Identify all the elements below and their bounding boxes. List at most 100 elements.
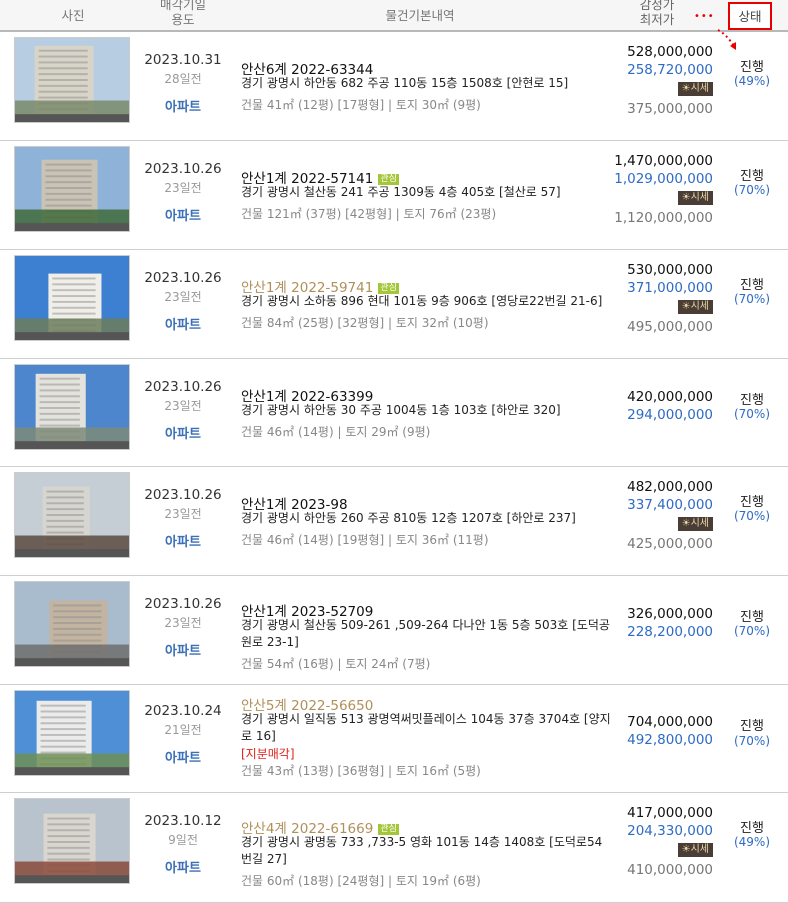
property-address: 경기 광명시 철산동 241 주공 1309동 4층 405호 [철산로 57] bbox=[241, 185, 561, 199]
market-price: 375,000,000 bbox=[627, 101, 713, 117]
annotation-dots: ••• bbox=[694, 11, 715, 22]
market-price-button[interactable]: ☀시세 bbox=[677, 300, 713, 314]
sun-icon: ☀ bbox=[681, 83, 691, 94]
appraisal-price: 420,000,000 bbox=[627, 389, 713, 405]
list-item[interactable]: 2023.10.26 23일전 아파트 안산1계 2022-57141 관심 경기… bbox=[0, 141, 788, 250]
area-info: 건물 43㎡ (13평) [36평형] | 토지 16㎡ (5평) bbox=[241, 764, 481, 778]
sale-date: 2023.10.26 bbox=[144, 596, 222, 612]
property-address: 경기 광명시 하안동 260 주공 810동 12층 1207호 [하안로 23… bbox=[241, 511, 576, 525]
market-price: 495,000,000 bbox=[627, 319, 713, 335]
days-remaining: 21일전 bbox=[164, 723, 202, 737]
property-type[interactable]: 아파트 bbox=[138, 640, 228, 659]
list-item[interactable]: 2023.10.24 21일전 아파트 안산5계 2022-56650 경기 광… bbox=[0, 685, 788, 793]
minimum-price: 228,200,000 bbox=[627, 624, 713, 640]
sale-date: 2023.10.31 bbox=[144, 52, 222, 68]
property-photo[interactable] bbox=[14, 690, 130, 776]
area-info: 건물 54㎡ (16평) | 토지 24㎡ (7평) bbox=[241, 657, 431, 671]
status-percent: (70%) bbox=[733, 407, 771, 421]
header-appraisal: 감정가 bbox=[639, 0, 675, 12]
property-address: 경기 광명시 철산동 509-261 ,509-264 다나안 1동 5층 50… bbox=[241, 618, 610, 649]
property-type[interactable]: 아파트 bbox=[138, 857, 228, 876]
market-price-label: 시세 bbox=[690, 301, 709, 312]
sun-icon: ☀ bbox=[681, 518, 691, 529]
status-percent: (70%) bbox=[733, 183, 771, 197]
header-status[interactable]: 상태 bbox=[728, 2, 772, 30]
area-info: 건물 46㎡ (14평) [19평형] | 토지 36㎡ (11평) bbox=[241, 533, 489, 547]
property-type[interactable]: 아파트 bbox=[138, 423, 228, 442]
sale-date: 2023.10.24 bbox=[144, 703, 222, 719]
header-price: 감정가 최저가 bbox=[618, 0, 696, 27]
area-info: 건물 121㎡ (37평) [42평형] | 토지 76㎡ (23평) bbox=[241, 207, 497, 221]
list-item[interactable]: 2023.10.31 28일전 아파트 안산6계 2022-63344 경기 광… bbox=[0, 32, 788, 141]
sun-icon: ☀ bbox=[681, 844, 691, 855]
area-info: 건물 46㎡ (14평) | 토지 29㎡ (9평) bbox=[241, 425, 431, 439]
property-photo[interactable] bbox=[14, 146, 130, 232]
property-type[interactable]: 아파트 bbox=[138, 531, 228, 550]
days-remaining: 23일전 bbox=[164, 616, 202, 630]
property-photo[interactable] bbox=[14, 37, 130, 123]
status-label: 진행 bbox=[740, 60, 764, 75]
status-label: 진행 bbox=[740, 719, 764, 734]
property-photo[interactable] bbox=[14, 364, 130, 450]
list-item[interactable]: 2023.10.26 23일전 아파트 안산1계 2023-98 경기 광명시 … bbox=[0, 467, 788, 576]
minimum-price: 371,000,000 bbox=[627, 280, 713, 296]
property-photo[interactable] bbox=[14, 472, 130, 558]
property-type[interactable]: 아파트 bbox=[138, 314, 228, 333]
property-photo[interactable] bbox=[14, 255, 130, 341]
property-type[interactable]: 아파트 bbox=[138, 747, 228, 766]
minimum-price: 204,330,000 bbox=[627, 823, 713, 839]
sale-date: 2023.10.26 bbox=[144, 379, 222, 395]
days-remaining: 23일전 bbox=[164, 399, 202, 413]
appraisal-price: 530,000,000 bbox=[627, 262, 713, 278]
status-percent: (70%) bbox=[733, 509, 771, 523]
area-info: 건물 60㎡ (18평) [24평형] | 토지 19㎡ (6평) bbox=[241, 874, 481, 888]
list-item[interactable]: 2023.10.26 23일전 아파트 안산1계 2022-63399 경기 광… bbox=[0, 359, 788, 467]
appraisal-price: 528,000,000 bbox=[627, 44, 713, 60]
property-address: 경기 광명시 일직동 513 광명역써밋플레이스 104동 37층 3704호 … bbox=[241, 712, 611, 743]
market-price-button[interactable]: ☀시세 bbox=[677, 517, 713, 531]
header-info: 물건기본내역 bbox=[385, 8, 455, 23]
market-price-label: 시세 bbox=[690, 83, 709, 94]
market-price-label: 시세 bbox=[690, 844, 709, 855]
market-price: 410,000,000 bbox=[627, 862, 713, 878]
header-type: 용도 bbox=[171, 12, 195, 27]
sun-icon: ☀ bbox=[681, 301, 691, 312]
appraisal-price: 417,000,000 bbox=[627, 805, 713, 821]
header-minimum: 최저가 bbox=[639, 12, 675, 27]
property-photo[interactable] bbox=[14, 798, 130, 884]
status-label: 진행 bbox=[740, 610, 764, 625]
list-item[interactable]: 2023.10.26 23일전 아파트 안산1계 2022-59741 관심 경기… bbox=[0, 250, 788, 359]
list-header: 사진 매각기일 용도 물건기본내역 감정가 최저가 상태 bbox=[0, 0, 788, 32]
sun-icon: ☀ bbox=[681, 192, 691, 203]
minimum-price: 337,400,000 bbox=[627, 497, 713, 513]
status-percent: (49%) bbox=[733, 74, 771, 88]
days-remaining: 23일전 bbox=[164, 290, 202, 304]
minimum-price: 258,720,000 bbox=[627, 62, 713, 78]
market-price-button[interactable]: ☀시세 bbox=[677, 843, 713, 857]
sale-date: 2023.10.12 bbox=[144, 813, 222, 829]
header-date: 매각기일 bbox=[159, 0, 206, 12]
minimum-price: 294,000,000 bbox=[627, 407, 713, 423]
days-remaining: 28일전 bbox=[164, 72, 202, 86]
market-price-button[interactable]: ☀시세 bbox=[677, 82, 713, 96]
property-photo[interactable] bbox=[14, 581, 130, 667]
market-price-label: 시세 bbox=[690, 192, 709, 203]
sale-date: 2023.10.26 bbox=[144, 270, 222, 286]
status-label: 진행 bbox=[740, 393, 764, 408]
header-date-type: 매각기일 용도 bbox=[138, 0, 228, 27]
list-item[interactable]: 2023.10.12 9일전 아파트 안산4계 2022-61669 관심 경기 … bbox=[0, 793, 788, 903]
property-address: 경기 광명시 하안동 30 주공 1004동 1층 103호 [하안로 320] bbox=[241, 403, 561, 417]
property-address: 경기 광명시 광명동 733 ,733-5 영화 101동 14층 1408호 … bbox=[241, 835, 603, 866]
days-remaining: 23일전 bbox=[164, 181, 202, 195]
minimum-price: 1,029,000,000 bbox=[614, 171, 713, 187]
market-price: 425,000,000 bbox=[627, 536, 713, 552]
sale-date: 2023.10.26 bbox=[144, 487, 222, 503]
market-price-button[interactable]: ☀시세 bbox=[677, 191, 713, 205]
list-item[interactable]: 2023.10.26 23일전 아파트 안산1계 2023-52709 경기 광… bbox=[0, 576, 788, 685]
minimum-price: 492,800,000 bbox=[627, 732, 713, 748]
property-type[interactable]: 아파트 bbox=[138, 205, 228, 224]
status-percent: (70%) bbox=[733, 624, 771, 638]
sale-date: 2023.10.26 bbox=[144, 161, 222, 177]
days-remaining: 23일전 bbox=[164, 507, 202, 521]
property-type[interactable]: 아파트 bbox=[138, 96, 228, 115]
